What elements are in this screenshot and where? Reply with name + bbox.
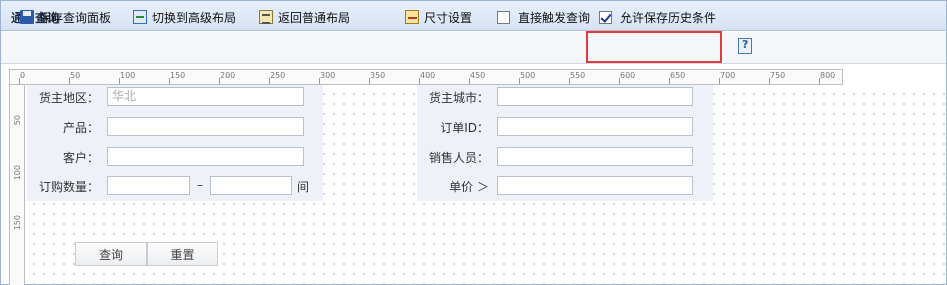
ruler-tick-label: 550	[570, 71, 586, 80]
ruler-tick	[219, 78, 220, 84]
horizontal-ruler: 0 50 100 150 200 250 300 350 400 450 500 550 600 650 7…	[9, 69, 843, 85]
back-normal-layout-button[interactable]: 返回普通布局	[259, 8, 350, 26]
save-icon	[20, 10, 34, 24]
switch-advanced-layout-button[interactable]: 切换到高级布局	[133, 8, 236, 26]
ruler-tick	[669, 78, 670, 84]
normal-layout-icon	[259, 10, 273, 24]
ruler-tick	[19, 78, 20, 84]
allow-history-label: 允许保存历史条件	[620, 10, 717, 25]
shipper-region-input[interactable]: 华北	[107, 87, 304, 106]
ruler-tick	[319, 78, 320, 84]
ruler-tick-label: 50	[70, 71, 81, 80]
ruler-tick-label: 200	[220, 71, 236, 80]
ruler-tick	[769, 78, 770, 84]
highlight-box	[586, 31, 722, 63]
ruler-tick-label: 400	[420, 71, 436, 80]
query-window: 通用查询 保存查询面板 切换到高级布局 返回普通布局 尺寸设置 直接触发查询 允…	[0, 0, 947, 285]
ruler-tick	[119, 78, 120, 84]
sales-person-label: 销售人员：	[428, 151, 489, 165]
ruler-tick-label: 300	[320, 71, 336, 80]
size-settings-button[interactable]: 尺寸设置	[405, 8, 472, 26]
order-qty-from-input[interactable]	[107, 176, 190, 195]
ruler-tick-label: 250	[270, 71, 286, 80]
shipper-city-label: 货主城市：	[428, 91, 489, 105]
order-qty-label: 订购数量：	[38, 180, 99, 194]
ruler-tick-label: 500	[520, 71, 536, 80]
size-settings-label: 尺寸设置	[424, 10, 473, 25]
vertical-ruler: 50 100 150	[9, 85, 25, 285]
ruler-tick	[369, 78, 370, 84]
ruler-tick-label: 450	[470, 71, 486, 80]
allow-history-checkbox[interactable]	[599, 10, 612, 24]
ruler-tick-label: 800	[820, 71, 836, 80]
ruler-tick	[519, 78, 520, 84]
order-qty-to-input[interactable]	[210, 176, 292, 195]
ruler-tick	[169, 78, 170, 84]
ruler-size-icon	[405, 10, 419, 24]
shipper-region-label: 货主地区：	[38, 91, 99, 105]
toolbar	[1, 32, 946, 64]
ruler-tick-label: 700	[720, 71, 736, 80]
product-input[interactable]	[107, 117, 304, 136]
ruler-tick	[269, 78, 270, 84]
ruler-tick-label: 350	[370, 71, 386, 80]
ruler-tick-label: 650	[670, 71, 686, 80]
ruler-tick-label: 50	[13, 115, 22, 126]
unit-price-label: 单价 ＞	[449, 180, 489, 194]
sales-person-input[interactable]	[497, 147, 693, 166]
product-label: 产品：	[62, 121, 99, 135]
direct-trigger-checkbox[interactable]	[497, 10, 510, 24]
customer-input[interactable]	[107, 147, 304, 166]
allow-save-history-toggle[interactable]: 允许保存历史条件	[599, 8, 716, 26]
ruler-tick	[69, 78, 70, 84]
reset-button[interactable]: 重置	[147, 242, 218, 266]
back-normal-label: 返回普通布局	[278, 10, 351, 25]
switch-advanced-label: 切换到高级布局	[152, 10, 237, 25]
ruler-tick	[419, 78, 420, 84]
help-icon[interactable]	[738, 38, 752, 54]
order-qty-suffix: 间	[297, 180, 310, 194]
unit-price-input[interactable]	[497, 176, 693, 195]
direct-trigger-query-toggle[interactable]: 直接触发查询	[497, 8, 590, 26]
ruler-tick-label: 100	[120, 71, 136, 80]
query-button[interactable]: 查询	[75, 242, 147, 266]
save-panel-label: 保存查询面板	[39, 10, 112, 25]
ruler-tick-label: 750	[770, 71, 786, 80]
ruler-tick-label: 0	[20, 71, 26, 80]
ruler-tick	[469, 78, 470, 84]
ruler-tick-label: 150	[170, 71, 186, 80]
ruler-tick	[619, 78, 620, 84]
order-id-label: 订单ID：	[440, 121, 489, 135]
ruler-tick-label: 150	[13, 215, 22, 231]
customer-label: 客户：	[62, 151, 99, 165]
switch-layout-icon	[133, 10, 147, 24]
order-qty-dash: –	[197, 178, 203, 192]
shipper-city-input[interactable]	[497, 87, 693, 106]
ruler-tick	[719, 78, 720, 84]
direct-trigger-label: 直接触发查询	[518, 10, 591, 25]
order-id-input[interactable]	[497, 117, 693, 136]
ruler-tick	[569, 78, 570, 84]
ruler-tick-label: 100	[13, 165, 22, 181]
ruler-tick-label: 600	[620, 71, 636, 80]
save-panel-button[interactable]: 保存查询面板	[20, 8, 111, 26]
ruler-tick	[819, 78, 820, 84]
